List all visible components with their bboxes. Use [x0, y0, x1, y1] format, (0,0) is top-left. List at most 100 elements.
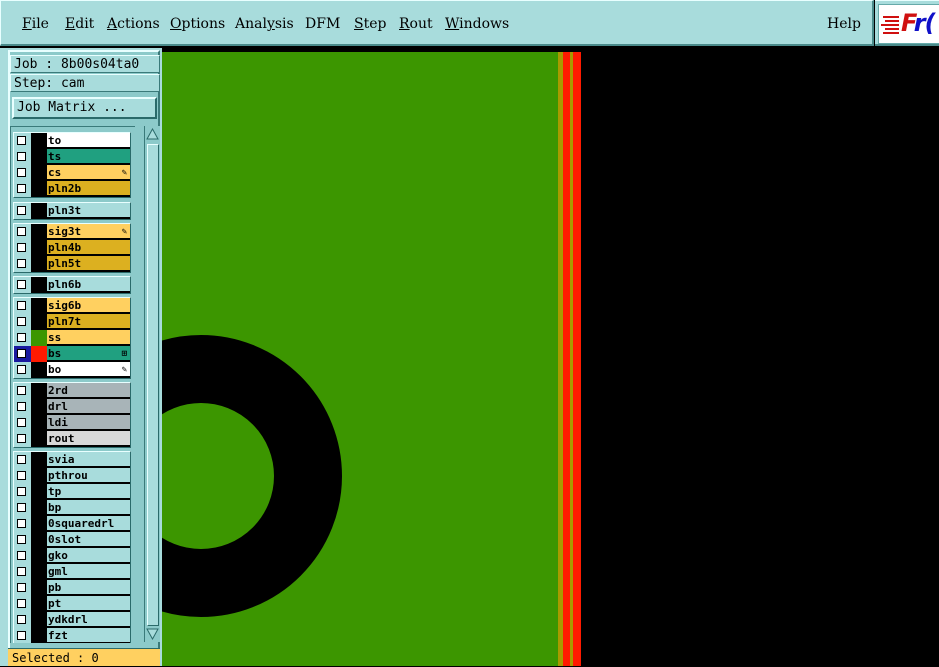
layer-color-swatch[interactable] — [31, 580, 47, 596]
layer-name[interactable]: pln3t — [47, 203, 130, 218]
layer-color-swatch[interactable] — [31, 399, 47, 415]
layer-checkbox[interactable] — [17, 567, 26, 576]
layer-checkbox[interactable] — [17, 455, 26, 464]
menu-item[interactable]: Step — [354, 15, 386, 33]
menu-item[interactable]: DFM — [305, 15, 340, 33]
layer-checkbox[interactable] — [17, 434, 26, 443]
layer-row-bo[interactable]: bo ✎ — [14, 362, 130, 378]
layer-name[interactable]: 0slot — [47, 532, 130, 547]
layer-name[interactable]: pt — [47, 596, 130, 611]
layer-row-bp[interactable]: bp — [14, 500, 130, 516]
layer-name[interactable]: pln5t — [47, 256, 130, 271]
layer-name[interactable]: pthrou — [47, 468, 130, 483]
layer-row-svia[interactable]: svia — [14, 452, 130, 468]
layer-name[interactable]: svia — [47, 452, 130, 467]
layer-color-swatch[interactable] — [31, 596, 47, 612]
layer-color-swatch[interactable] — [31, 240, 47, 256]
layer-checkbox[interactable] — [17, 227, 26, 236]
layer-row-ss[interactable]: ss — [14, 330, 130, 346]
layer-name[interactable]: pln6b — [47, 277, 130, 292]
layer-checkbox[interactable] — [17, 206, 26, 215]
layer-checkbox[interactable] — [17, 386, 26, 395]
menu-help[interactable]: Help — [827, 15, 861, 33]
layer-color-swatch[interactable] — [31, 612, 47, 628]
layer-checkbox[interactable] — [17, 349, 26, 358]
layer-checkbox[interactable] — [17, 503, 26, 512]
layer-name[interactable]: 0squaredrl — [47, 516, 130, 531]
layer-color-swatch[interactable] — [31, 415, 47, 431]
layer-row-to[interactable]: to — [14, 133, 130, 149]
layer-name[interactable]: 2rd — [47, 383, 130, 398]
layer-row-0squaredrl[interactable]: 0squaredrl — [14, 516, 130, 532]
layer-name[interactable]: ss — [47, 330, 130, 345]
layer-color-swatch[interactable] — [31, 564, 47, 580]
layer-color-swatch[interactable] — [31, 133, 47, 149]
layer-name[interactable]: bp — [47, 500, 130, 515]
menu-item[interactable]: File — [22, 15, 49, 33]
job-matrix-button[interactable]: Job Matrix ... — [12, 97, 157, 119]
layer-color-swatch[interactable] — [31, 346, 47, 362]
layer-color-swatch[interactable] — [31, 277, 47, 293]
layer-color-swatch[interactable] — [31, 203, 47, 219]
layer-row-pln2b[interactable]: pln2b — [14, 181, 130, 197]
layer-name[interactable]: bs ⊞ — [47, 346, 130, 361]
layer-row-rout[interactable]: rout — [14, 431, 130, 447]
layer-checkbox[interactable] — [17, 535, 26, 544]
layer-row-gml[interactable]: gml — [14, 564, 130, 580]
layer-color-swatch[interactable] — [31, 628, 47, 643]
layer-color-swatch[interactable] — [31, 298, 47, 314]
scroll-down-icon[interactable] — [146, 628, 159, 640]
layer-row-sig6b[interactable]: sig6b — [14, 298, 130, 314]
layer-checkbox[interactable] — [17, 301, 26, 310]
layer-color-swatch[interactable] — [31, 516, 47, 532]
layer-color-swatch[interactable] — [31, 256, 47, 272]
layer-color-swatch[interactable] — [31, 149, 47, 165]
layer-color-swatch[interactable] — [31, 532, 47, 548]
menu-item[interactable]: Options — [170, 15, 225, 33]
layer-name[interactable]: gml — [47, 564, 130, 579]
layer-row-cs[interactable]: cs ✎ — [14, 165, 130, 181]
layer-name[interactable]: ydkdrl — [47, 612, 130, 627]
layer-checkbox[interactable] — [17, 599, 26, 608]
layer-color-swatch[interactable] — [31, 468, 47, 484]
layer-checkbox[interactable] — [17, 152, 26, 161]
layer-checkbox[interactable] — [17, 317, 26, 326]
layer-checkbox[interactable] — [17, 418, 26, 427]
layer-checkbox[interactable] — [17, 365, 26, 374]
layer-row-ts[interactable]: ts — [14, 149, 130, 165]
layer-row-drl[interactable]: drl — [14, 399, 130, 415]
scroll-thumb[interactable] — [147, 144, 159, 626]
layer-color-swatch[interactable] — [31, 314, 47, 330]
layer-checkbox[interactable] — [17, 259, 26, 268]
layer-checkbox[interactable] — [17, 471, 26, 480]
layer-row-pln5t[interactable]: pln5t — [14, 256, 130, 272]
layer-name[interactable]: pln4b — [47, 240, 130, 255]
layer-checkbox[interactable] — [17, 583, 26, 592]
layer-checkbox[interactable] — [17, 551, 26, 560]
layer-row-pthrou[interactable]: pthrou — [14, 468, 130, 484]
scroll-up-icon[interactable] — [146, 128, 159, 140]
layer-color-swatch[interactable] — [31, 452, 47, 468]
layer-name[interactable]: fzt — [47, 628, 130, 643]
layer-checkbox[interactable] — [17, 402, 26, 411]
layer-color-swatch[interactable] — [31, 362, 47, 378]
layer-name[interactable]: sig3t ✎ — [47, 224, 130, 239]
menu-item[interactable]: Windows — [445, 15, 509, 33]
layer-name[interactable]: sig6b — [47, 298, 130, 313]
layer-row-ydkdrl[interactable]: ydkdrl — [14, 612, 130, 628]
graphic-canvas[interactable] — [162, 52, 939, 666]
layer-row-pln3t[interactable]: pln3t — [14, 203, 130, 219]
layer-checkbox[interactable] — [17, 615, 26, 624]
layer-row-gko[interactable]: gko — [14, 548, 130, 564]
layer-row-pln4b[interactable]: pln4b — [14, 240, 130, 256]
layer-color-swatch[interactable] — [31, 165, 47, 181]
layer-color-swatch[interactable] — [31, 431, 47, 447]
layer-row-bs[interactable]: bs ⊞ — [14, 346, 130, 362]
layer-row-fzt[interactable]: fzt — [14, 628, 130, 643]
layer-color-swatch[interactable] — [31, 224, 47, 240]
layer-checkbox[interactable] — [17, 631, 26, 640]
layer-row-0slot[interactable]: 0slot — [14, 532, 130, 548]
layer-name[interactable]: cs ✎ — [47, 165, 130, 180]
layer-name[interactable]: tp — [47, 484, 130, 499]
board-view[interactable] — [162, 52, 939, 666]
